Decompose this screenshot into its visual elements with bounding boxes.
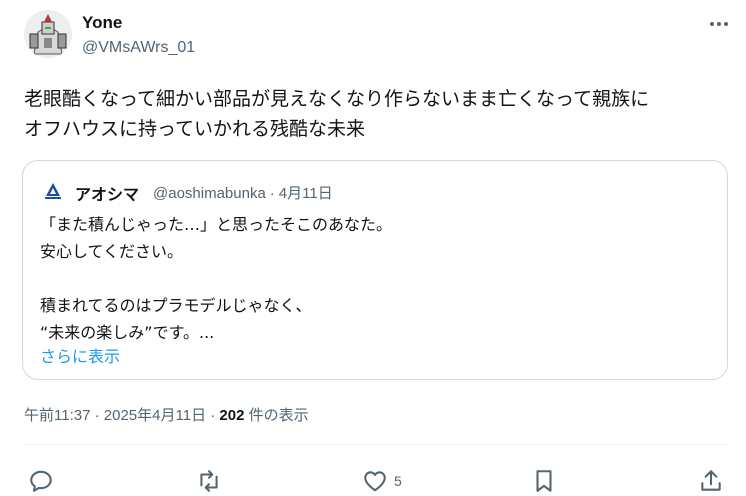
quoted-author-handle: @aoshimabunka <box>153 185 266 202</box>
retweet-icon <box>200 470 218 492</box>
robot-avatar-image <box>24 10 72 58</box>
author-name[interactable]: Yone <box>82 13 122 33</box>
quoted-post-text: 「また積んじゃった…」と思ったそこのあなた。 安心してください。 積まれてるのは… <box>40 211 700 346</box>
post-time[interactable]: 午前11:37 <box>24 407 90 424</box>
quoted-text-line <box>40 265 700 292</box>
divider <box>22 444 728 445</box>
post-text-line: 老眼酷くなって細かい部品が見えなくなり作らないまま亡くなって親族に <box>24 88 650 110</box>
aoshima-logo-icon <box>43 181 63 201</box>
quoted-text-line: 「また積んじゃった…」と思ったそこのあなた。 <box>40 215 393 234</box>
share-button[interactable] <box>698 466 724 496</box>
quoted-post-card[interactable]: アオシマ @aoshimabunka · 4月11日 「また積んじゃった…」と思った… <box>22 160 728 380</box>
views-count: 202 <box>219 407 245 424</box>
bookmark-icon <box>536 470 552 492</box>
meta-separator: · <box>269 185 275 202</box>
retweet-button[interactable] <box>196 466 222 496</box>
avatar[interactable] <box>24 10 72 58</box>
author-handle[interactable]: @VMsAWrs_01 <box>82 39 195 57</box>
reply-button[interactable] <box>28 466 54 496</box>
quoted-author-meta: @aoshimabunka · 4月11日 <box>153 182 337 203</box>
post-metadata: 午前11:37 · 2025年4月11日 · 202 件の表示 <box>24 404 309 425</box>
views-label: 件の表示 <box>248 407 309 424</box>
quoted-post-date: 4月11日 <box>278 185 333 202</box>
meta-separator: · <box>94 407 100 424</box>
post-date[interactable]: 2025年4月11日 <box>104 407 206 424</box>
quoted-text-line: 積まれてるのはプラモデルじゃなく、 <box>40 296 312 315</box>
share-icon <box>701 470 721 491</box>
more-options-button[interactable] <box>706 12 732 36</box>
post-text: 老眼酷くなって細かい部品が見えなくなり作らないまま亡くなって親族に オフハウスに… <box>24 84 736 144</box>
bookmark-button[interactable] <box>531 466 557 496</box>
reply-icon <box>30 470 52 492</box>
post-text-line: オフハウスに持っていかれる残酷な未来 <box>24 118 366 140</box>
quoted-text-line: “未来の楽しみ”です。... <box>40 323 215 342</box>
like-button[interactable]: 5 <box>362 466 402 496</box>
quoted-author-name: アオシマ <box>75 185 140 204</box>
quoted-text-line: 安心してください。 <box>40 242 184 261</box>
meta-separator: · <box>210 407 216 424</box>
like-count: 5 <box>394 473 402 489</box>
like-icon <box>364 471 386 492</box>
more-icon <box>710 22 728 26</box>
show-more-link[interactable]: さらに表示 <box>40 343 120 367</box>
